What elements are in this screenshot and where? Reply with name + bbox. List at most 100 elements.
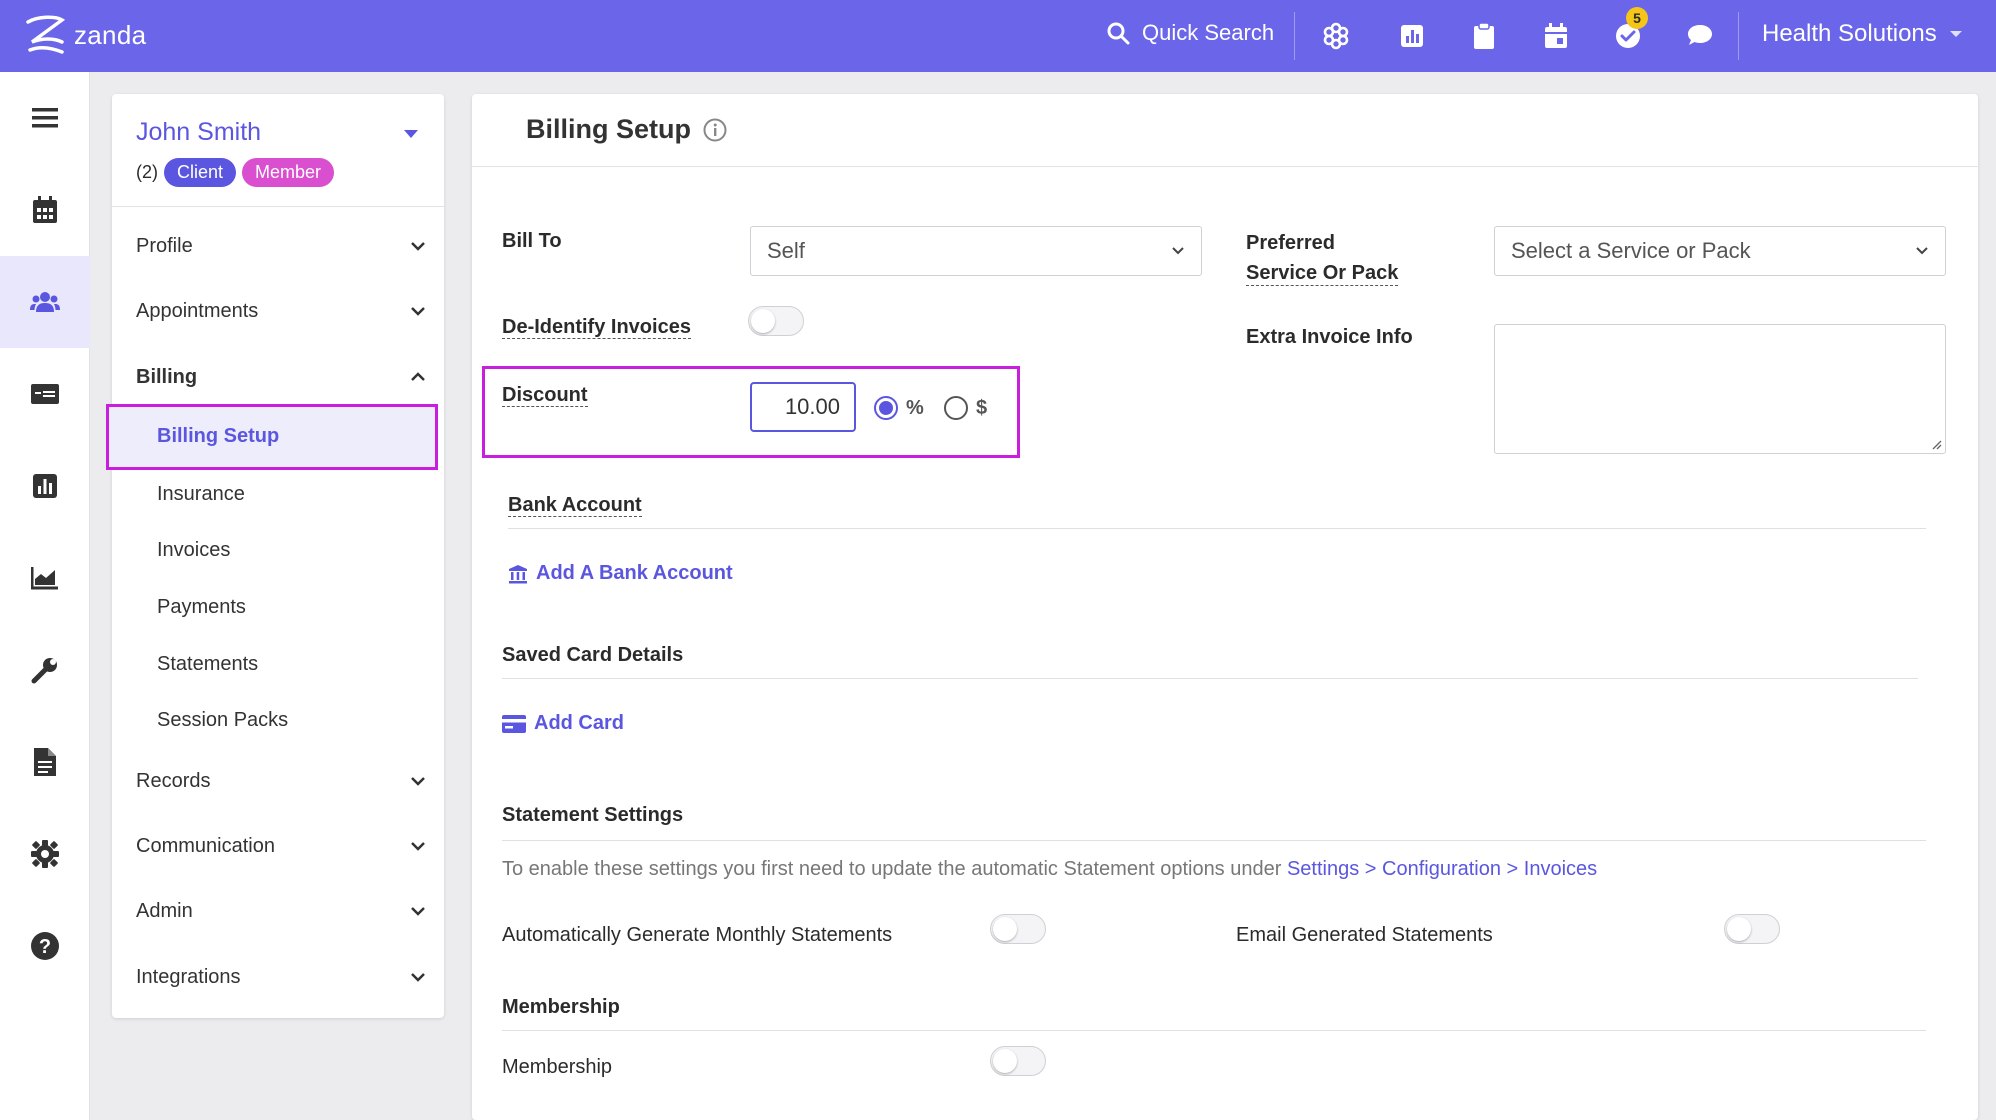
calendar-icon[interactable] (1542, 22, 1570, 50)
reports-icon[interactable] (0, 440, 90, 532)
chevron-down-icon (411, 242, 425, 251)
calendar-icon[interactable] (0, 164, 90, 256)
divider (502, 678, 1918, 679)
membership-toggle[interactable] (990, 1046, 1046, 1076)
email-statements-toggle[interactable] (1724, 914, 1780, 944)
statement-settings-link[interactable]: Settings > Configuration > Invoices (1287, 858, 1597, 880)
deidentify-toggle[interactable] (748, 306, 804, 336)
sub-nav-payments[interactable]: Payments (157, 596, 246, 619)
sub-nav-billing-setup[interactable]: Billing Setup (106, 404, 438, 470)
page-title-text: Billing Setup (526, 114, 691, 144)
nav-label: Records (136, 769, 211, 792)
nav-integrations[interactable]: Integrations (136, 957, 426, 997)
deidentify-label-text: De-Identify Invoices (502, 316, 691, 339)
bill-to-select[interactable]: Self (750, 226, 1202, 276)
clients-icon[interactable] (0, 256, 90, 348)
membership-label: Membership (502, 1056, 613, 1078)
nav-label: Appointments (136, 299, 259, 322)
auto-statements-label: Automatically Generate Monthly Statement… (502, 924, 893, 946)
statement-hint: To enable these settings you first need … (502, 858, 1597, 881)
client-name[interactable]: John Smith (136, 118, 261, 147)
nav-label: Integrations (136, 965, 241, 988)
menu-icon[interactable] (0, 72, 90, 164)
billing-icon[interactable] (0, 348, 90, 440)
statement-hint-text: To enable these settings you first need … (502, 858, 1287, 880)
sub-nav-invoices[interactable]: Invoices (157, 539, 230, 562)
clipboard-icon[interactable] (1470, 22, 1498, 50)
bill-to-label: Bill To (502, 230, 562, 252)
preferred-service-select[interactable]: Select a Service or Pack (1494, 226, 1946, 276)
discount-input[interactable]: 10.00 (750, 382, 856, 432)
chevron-down-icon (1916, 247, 1928, 255)
analytics-icon[interactable] (0, 532, 90, 624)
discount-label: Discount (502, 384, 588, 407)
chevron-down-icon (411, 907, 425, 916)
quick-search-button[interactable]: Quick Search (1106, 20, 1274, 46)
nav-communication[interactable]: Communication (136, 826, 426, 866)
discount-dollar-radio[interactable]: $ (944, 396, 987, 420)
client-panel: John Smith (2) Client Member Profile App… (106, 94, 444, 1018)
percent-label: % (906, 396, 924, 419)
add-bank-account-link[interactable]: Add A Bank Account (508, 562, 733, 585)
nav-billing[interactable]: Billing (136, 357, 426, 397)
bill-to-value: Self (767, 238, 805, 263)
nav-appointments[interactable]: Appointments (136, 291, 426, 331)
add-bank-account-label: Add A Bank Account (536, 562, 733, 584)
add-card-label: Add Card (534, 712, 624, 734)
resize-handle-icon[interactable] (1930, 438, 1942, 450)
divider (472, 166, 1978, 167)
settings-icon[interactable] (0, 808, 90, 900)
sub-nav-session-packs[interactable]: Session Packs (157, 709, 288, 732)
chat-icon[interactable] (1686, 22, 1714, 50)
bank-icon (509, 564, 527, 583)
sub-nav-statements[interactable]: Statements (157, 653, 258, 676)
chevron-down-icon (1172, 247, 1184, 255)
chevron-down-icon (411, 777, 425, 786)
divider (112, 206, 444, 207)
left-rail: ? (0, 72, 90, 1120)
bank-account-heading-text: Bank Account (508, 494, 642, 517)
nav-records[interactable]: Records (136, 761, 426, 801)
discount-percent-radio[interactable]: % (874, 396, 924, 420)
info-icon[interactable] (703, 118, 727, 142)
tasks-badge: 5 (1626, 7, 1648, 29)
zanda-logo[interactable]: zanda (22, 12, 146, 58)
client-tags: (2) Client Member (136, 158, 335, 187)
preferred-label-line-1: Preferred (1246, 232, 1335, 254)
membership-heading: Membership (502, 996, 620, 1018)
nav-admin[interactable]: Admin (136, 891, 426, 931)
extra-invoice-info-textarea[interactable] (1494, 324, 1946, 454)
org-switcher[interactable]: Health Solutions (1762, 20, 1963, 48)
chevron-down-icon (411, 307, 425, 316)
extra-invoice-info-label: Extra Invoice Info (1246, 326, 1413, 348)
billing-setup-card: Billing Setup Bill To Self Preferred Ser… (472, 94, 1978, 1120)
divider (502, 1030, 1926, 1031)
sub-nav-insurance[interactable]: Insurance (157, 483, 245, 506)
chevron-down-icon (1949, 31, 1962, 37)
zanda-logo-icon (26, 15, 66, 54)
brand-name: zanda (74, 19, 147, 50)
divider (1738, 12, 1739, 60)
documents-icon[interactable] (0, 716, 90, 808)
auto-statements-toggle[interactable] (990, 914, 1046, 944)
discount-label-text: Discount (502, 384, 588, 407)
add-card-link[interactable]: Add Card (502, 712, 624, 735)
credit-card-icon (502, 714, 526, 733)
preferred-label-line-2: Service Or Pack (1246, 262, 1399, 286)
chevron-down-icon (411, 973, 425, 982)
reports-icon[interactable] (1398, 22, 1426, 50)
modules-icon[interactable] (1322, 22, 1350, 50)
dollar-label: $ (976, 396, 988, 419)
tools-icon[interactable] (0, 624, 90, 716)
client-dropdown-caret[interactable] (404, 130, 418, 138)
help-icon[interactable]: ? (0, 900, 90, 992)
nav-profile[interactable]: Profile (136, 226, 426, 266)
radio-unselected-icon (944, 396, 968, 420)
bank-account-heading: Bank Account (508, 494, 642, 517)
email-statements-label: Email Generated Statements (1236, 924, 1493, 946)
chevron-up-icon (411, 372, 425, 381)
org-name: Health Solutions (1762, 20, 1937, 47)
client-tag: Client (164, 158, 237, 187)
svg-text:?: ? (39, 936, 51, 958)
preferred-service-placeholder: Select a Service or Pack (1511, 238, 1751, 263)
